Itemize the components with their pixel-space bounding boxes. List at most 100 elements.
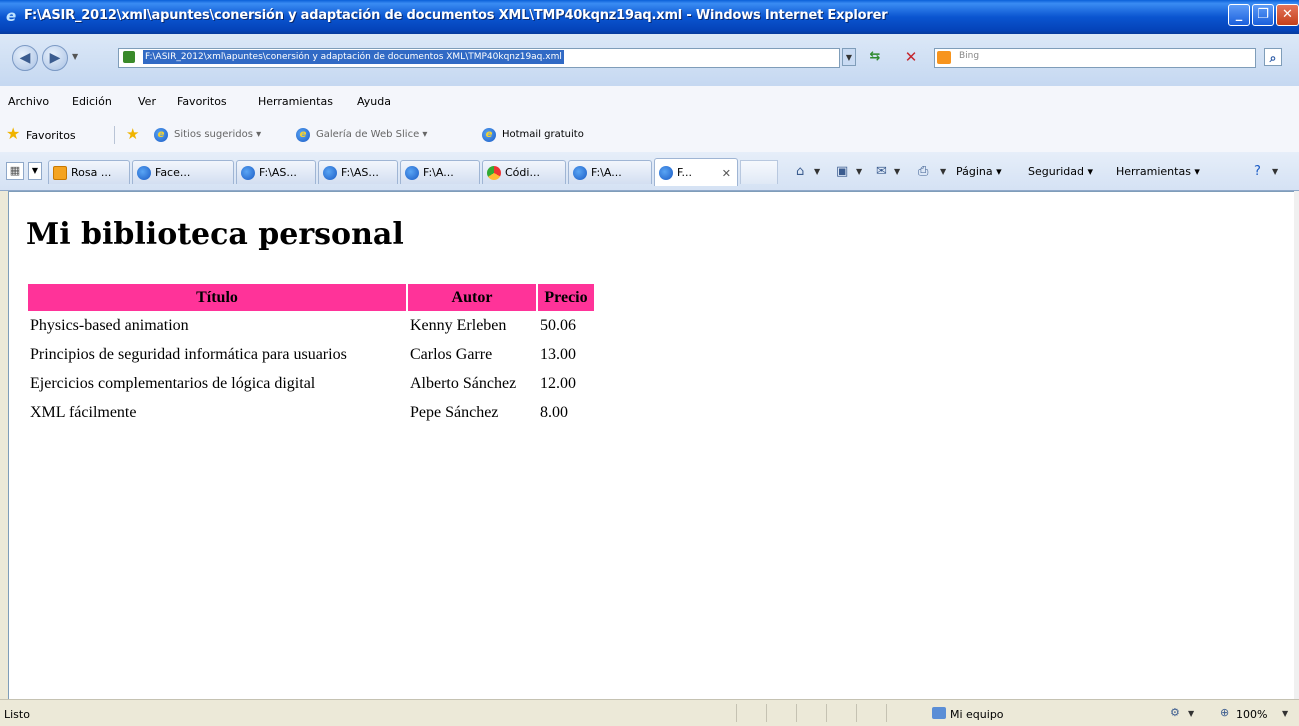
column-header-autor: Autor (408, 284, 536, 311)
close-icon: ✕ (1282, 7, 1293, 22)
computer-icon (932, 707, 946, 719)
page-menu-button[interactable]: Página ▾ (956, 165, 1002, 178)
tab-facebook[interactable]: Face... (132, 160, 234, 184)
zoom-dropdown[interactable]: ▼ (1282, 709, 1288, 718)
table-row: Principios de seguridad informática para… (28, 340, 594, 369)
quick-tabs-button[interactable]: ▦ (6, 162, 24, 180)
tab-fas-2[interactable]: F:\AS... (318, 160, 398, 184)
zoom-icon[interactable]: ⊕ (1220, 706, 1229, 720)
cell-precio: 13.00 (540, 345, 576, 363)
menu-bar: Archivo Edición Ver Favoritos Herramient… (0, 86, 1299, 117)
address-input[interactable]: F:\ASIR_2012\xml\apuntes\conersión y ada… (118, 48, 840, 68)
address-dropdown-button[interactable]: ▼ (842, 48, 856, 66)
vertical-scrollbar[interactable] (1294, 191, 1299, 699)
status-panel (766, 704, 797, 722)
maximize-button[interactable]: ❐ (1252, 4, 1274, 26)
cell-autor: Carlos Garre (410, 345, 493, 363)
mail-icon[interactable]: ✉ (876, 165, 887, 179)
page-icon (123, 51, 135, 63)
favorites-button[interactable]: Favoritos (26, 129, 76, 142)
mail-dropdown[interactable]: ▼ (894, 167, 900, 176)
home-icon[interactable]: ⌂ (796, 165, 804, 179)
status-panel (736, 704, 767, 722)
refresh-icon: ⇆ (869, 49, 881, 64)
security-menu-button[interactable]: Seguridad ▾ (1028, 165, 1093, 178)
menu-herramientas[interactable]: Herramientas (258, 95, 333, 108)
back-arrow-icon: ◀ (19, 50, 31, 66)
forward-button[interactable]: ▶ (42, 45, 68, 71)
status-panel (796, 704, 827, 722)
toolbar-divider (114, 126, 115, 144)
cell-titulo: XML fácilmente (30, 403, 137, 421)
tab-fa-2[interactable]: F:\A... (568, 160, 652, 184)
tab-fas-1[interactable]: F:\AS... (236, 160, 316, 184)
print-dropdown[interactable]: ▼ (940, 167, 946, 176)
ie-icon (573, 166, 587, 180)
table-row: XML fácilmente Pepe Sánchez 8.00 (28, 398, 594, 427)
cell-autor: Alberto Sánchez (410, 374, 517, 392)
cell-autor: Kenny Erleben (410, 316, 507, 334)
zoom-level[interactable]: 100% (1236, 708, 1267, 721)
protected-mode-dropdown[interactable]: ▼ (1188, 709, 1194, 718)
tab-list-dropdown[interactable]: ▼ (28, 162, 42, 180)
favorites-star-icon[interactable]: ★ (6, 126, 20, 142)
column-header-precio: Precio (538, 284, 594, 311)
cell-titulo: Ejercicios complementarios de lógica dig… (30, 374, 316, 392)
menu-archivo[interactable]: Archivo (8, 95, 49, 108)
table-row: Physics-based animation Kenny Erleben 50… (28, 311, 594, 340)
tab-active[interactable]: F... ✕ (654, 158, 738, 186)
refresh-button[interactable]: ⇆ (866, 48, 884, 66)
help-dropdown[interactable]: ▼ (1272, 167, 1278, 176)
tab-label: Face... (155, 166, 191, 179)
add-favorites-icon[interactable]: ★ (126, 127, 139, 142)
tab-label: Rosa ... (71, 166, 112, 179)
menu-favoritos[interactable]: Favoritos (177, 95, 227, 108)
ie-icon (137, 166, 151, 180)
tab-label: F:\AS... (341, 166, 379, 179)
new-tab-button[interactable] (740, 160, 778, 184)
search-button[interactable]: ⌕ (1264, 48, 1282, 66)
tools-menu-button[interactable]: Herramientas ▾ (1116, 165, 1200, 178)
ie-icon: e (154, 128, 168, 142)
fav-link-galeria-web-slice[interactable]: Galería de Web Slice ▾ (316, 129, 427, 140)
feeds-icon[interactable]: ▣ (836, 165, 848, 179)
cell-titulo: Physics-based animation (30, 316, 189, 334)
stop-button[interactable]: ✕ (902, 48, 920, 66)
menu-ayuda[interactable]: Ayuda (357, 95, 391, 108)
protected-mode-icon[interactable]: ⚙ (1170, 706, 1180, 720)
back-button[interactable]: ◀ (12, 45, 38, 71)
help-icon[interactable]: ? (1254, 165, 1261, 179)
tab-label: Códi... (505, 166, 540, 179)
maximize-icon: ❐ (1257, 7, 1269, 22)
address-url[interactable]: F:\ASIR_2012\xml\apuntes\conersión y ada… (143, 50, 564, 64)
tab-codigo[interactable]: Códi... (482, 160, 566, 184)
feeds-dropdown[interactable]: ▼ (856, 167, 862, 176)
ie-logo-icon: e (6, 7, 17, 25)
search-input[interactable]: Bing (934, 48, 1256, 68)
tab-label: F... (677, 166, 693, 179)
menu-edicion[interactable]: Edición (72, 95, 112, 108)
status-panel (856, 704, 887, 722)
close-tab-icon[interactable]: ✕ (722, 167, 731, 180)
print-icon[interactable]: ⎙ (918, 165, 928, 179)
minimize-button[interactable]: _ (1228, 4, 1250, 26)
fav-link-sitios-sugeridos[interactable]: Sitios sugeridos ▾ (174, 129, 261, 140)
fav-link-hotmail[interactable]: Hotmail gratuito (502, 129, 584, 140)
tab-rosa[interactable]: Rosa ... (48, 160, 130, 184)
books-table: Título Autor Precio Physics-based animat… (26, 284, 596, 427)
home-dropdown[interactable]: ▼ (814, 167, 820, 176)
column-header-titulo: Título (28, 284, 406, 311)
menu-ver[interactable]: Ver (138, 95, 156, 108)
table-header-row: Título Autor Precio (28, 284, 594, 311)
bing-icon (937, 51, 951, 64)
minimize-icon: _ (1235, 7, 1243, 22)
close-button[interactable]: ✕ (1276, 4, 1299, 26)
recent-pages-dropdown[interactable]: ▼ (72, 52, 78, 61)
favorites-bar: ★ Favoritos ★ e Sitios sugeridos ▾ e Gal… (0, 116, 1299, 153)
ie-icon (241, 166, 255, 180)
cell-precio: 12.00 (540, 374, 576, 392)
tab-fa-1[interactable]: F:\A... (400, 160, 480, 184)
tab-bar: ▦ ▼ Rosa ... Face... F:\AS... F:\AS... F… (0, 152, 1299, 191)
ie-icon: e (296, 128, 310, 142)
ie-icon: e (482, 128, 496, 142)
